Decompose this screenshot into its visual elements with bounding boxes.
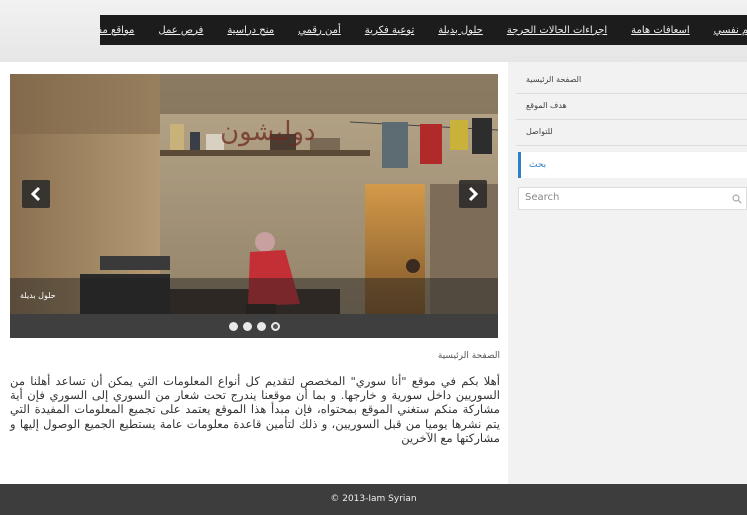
slider-dot-3[interactable] — [256, 321, 266, 331]
intro-text: أهلا بكم في موقع "أنا سوري" المخصص لتقدي… — [10, 374, 501, 445]
search-heading: بحث — [518, 152, 747, 178]
slider-dot-4[interactable] — [270, 321, 280, 331]
image-slider[interactable]: ﺩﻭﻟﻴﺸﻮﻥ حلول بديلة — [10, 74, 498, 338]
nav-item-awareness[interactable]: توعية فكرية — [365, 25, 414, 36]
nav-item-first-aid[interactable]: اسعافات هامة — [631, 25, 690, 36]
slider-next-button[interactable] — [459, 180, 487, 208]
chevron-left-icon — [30, 186, 41, 202]
sidebar-item-label: للتواصل — [526, 127, 553, 136]
sidebar-item-home[interactable]: الصفحة الرئيسية — [516, 68, 747, 94]
svg-text:ﺩﻭﻟﻴﺸﻮﻥ: ﺩﻭﻟﻴﺸﻮﻥ — [220, 117, 316, 147]
nav-item-scholarships[interactable]: منح دراسية — [227, 25, 274, 36]
nav-item-useful-sites[interactable]: مواقع مفيدة — [100, 25, 134, 36]
nav-item-critical-procedures[interactable]: اجراءات الحالات الحرجة — [507, 25, 607, 36]
slider-prev-button[interactable] — [22, 180, 50, 208]
sidebar-item-label: الصفحة الرئيسية — [526, 75, 582, 84]
main-navbar: دعم نفسي اسعافات هامة اجراءات الحالات ال… — [100, 15, 747, 45]
nav-item-psych-support[interactable]: دعم نفسي — [714, 25, 747, 36]
slide-caption-text: حلول بديلة — [20, 291, 56, 300]
search-input-wrapper[interactable]: Search — [518, 187, 747, 210]
slider-dot-1[interactable] — [228, 321, 238, 331]
sidebar-item-goal[interactable]: هدف الموقع — [516, 94, 747, 120]
breadcrumb[interactable]: الصفحة الرئيسية — [438, 351, 500, 361]
sidebar: الصفحة الرئيسية هدف الموقع للتواصل بحث S… — [508, 62, 747, 484]
slide-caption: حلول بديلة — [10, 278, 498, 314]
sidebar-item-label: هدف الموقع — [526, 101, 567, 110]
nav-item-digital-security[interactable]: أمن رقمي — [298, 25, 341, 36]
slider-dots — [10, 314, 498, 338]
chevron-right-icon — [468, 186, 479, 202]
header-band: دعم نفسي اسعافات هامة اجراءات الحالات ال… — [0, 0, 747, 62]
nav-item-alternatives[interactable]: حلول بديلة — [438, 25, 483, 36]
search-icon[interactable] — [732, 194, 742, 204]
search-input[interactable]: Search — [525, 192, 559, 203]
footer: © 2013-Iam Syrian — [0, 484, 747, 515]
sidebar-item-contact[interactable]: للتواصل — [516, 120, 747, 146]
nav-item-jobs[interactable]: فرص عمل — [158, 25, 203, 36]
slider-dot-2[interactable] — [242, 321, 252, 331]
footer-copyright: © 2013-Iam Syrian — [330, 494, 417, 504]
